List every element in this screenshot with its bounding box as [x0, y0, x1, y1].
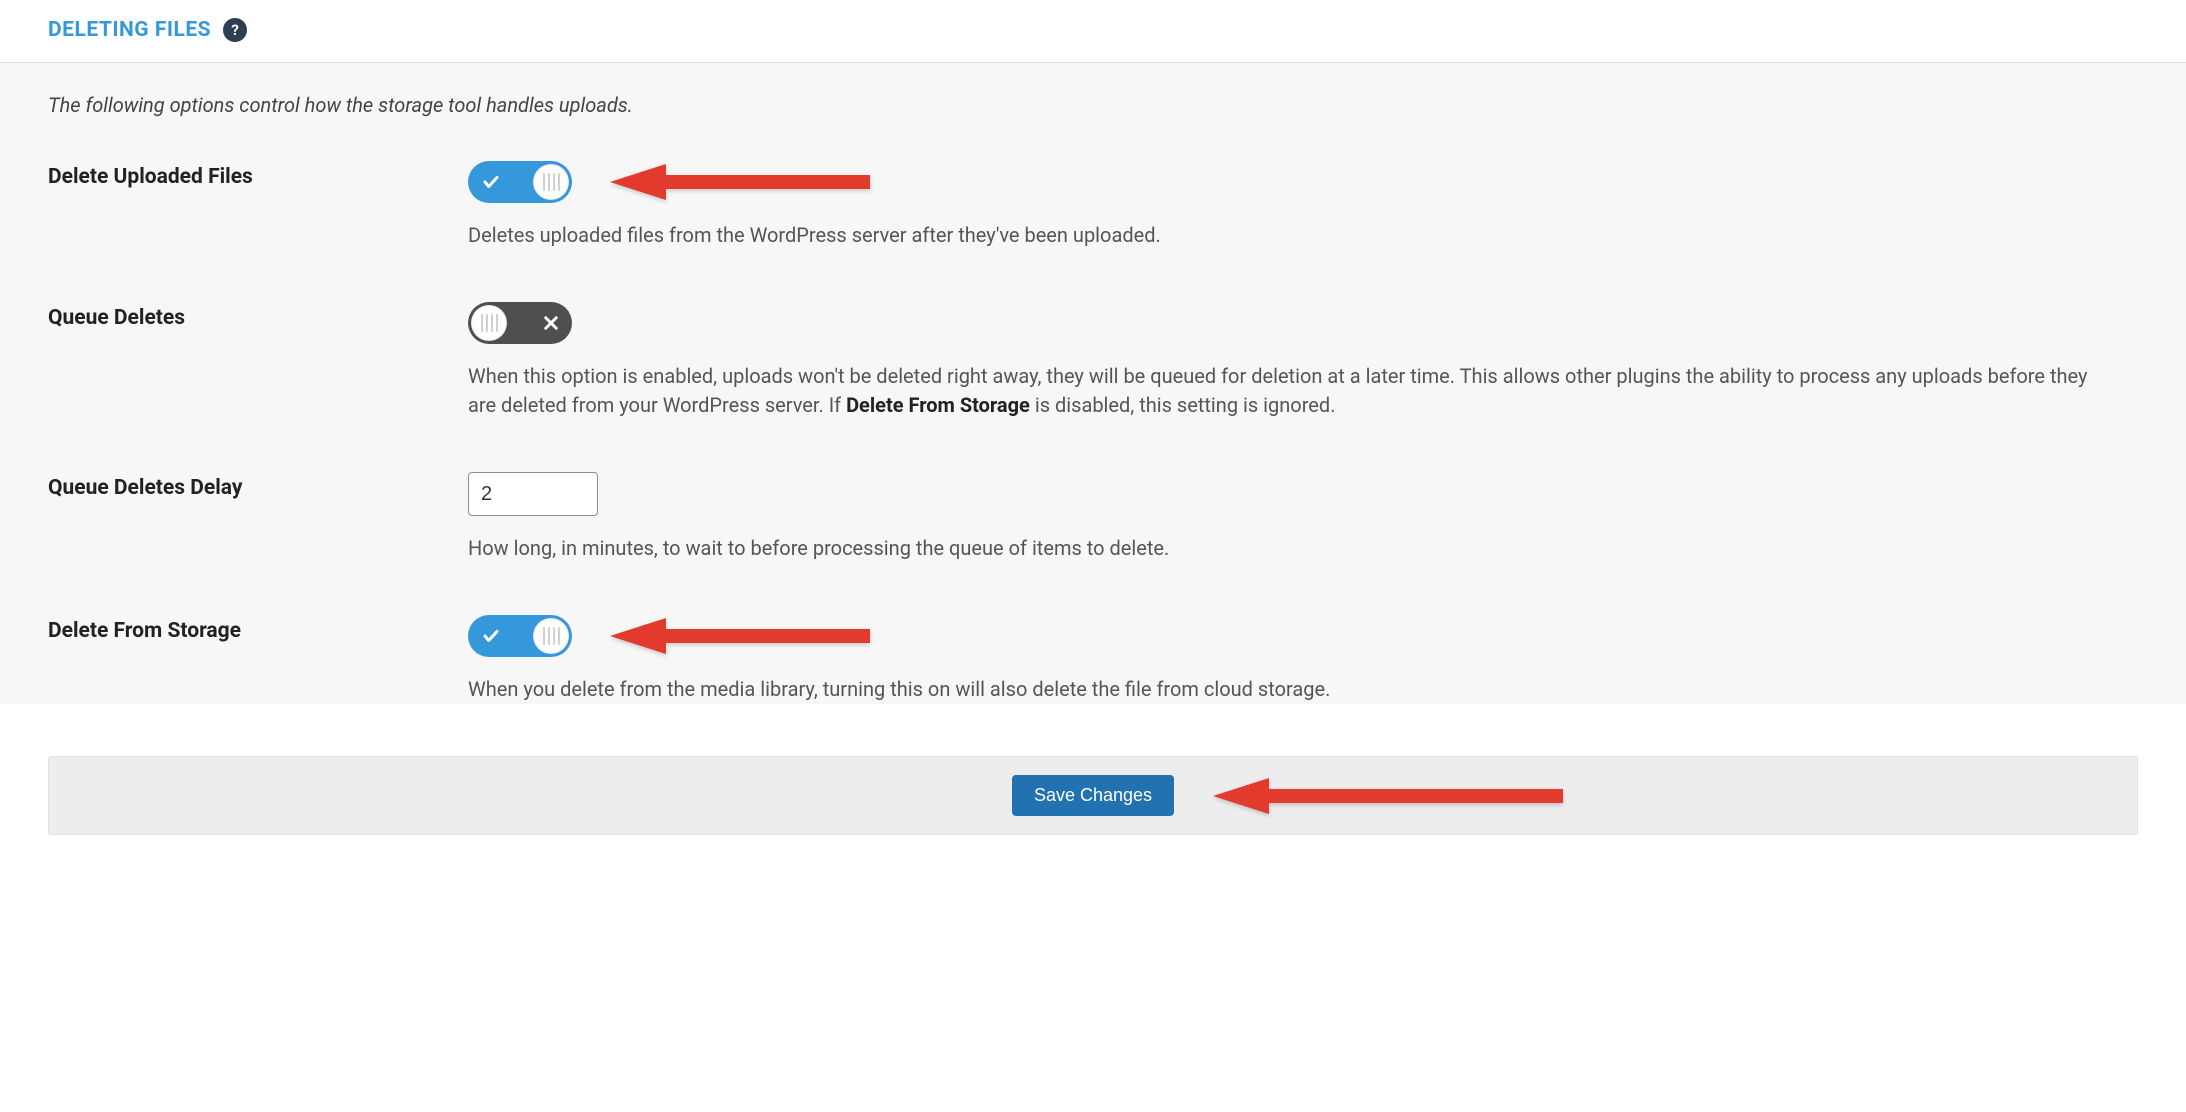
section-content: The following options control how the st…	[0, 63, 2186, 704]
field-label: Queue Deletes Delay	[48, 472, 468, 500]
help-icon[interactable]: ?	[223, 18, 247, 42]
field-delete-uploaded-files: Delete Uploaded Files Deletes uploaded f…	[48, 161, 2138, 250]
field-queue-deletes-delay: Queue Deletes Delay How long, in minutes…	[48, 472, 2138, 563]
annotation-arrow-icon	[610, 161, 870, 203]
check-icon	[482, 173, 500, 191]
field-label: Delete From Storage	[48, 615, 468, 643]
toggle-knob	[533, 164, 569, 200]
section-intro: The following options control how the st…	[48, 93, 2138, 117]
field-label: Queue Deletes	[48, 302, 468, 330]
toggle-delete-from-storage[interactable]	[468, 615, 572, 657]
field-help: When you delete from the media library, …	[468, 675, 2108, 704]
toggle-queue-deletes[interactable]	[468, 302, 572, 344]
queue-delay-input[interactable]	[468, 472, 598, 516]
toggle-delete-uploaded-files[interactable]	[468, 161, 572, 203]
footer-bar: Save Changes	[48, 756, 2138, 835]
field-delete-from-storage: Delete From Storage When you delete from…	[48, 615, 2138, 704]
field-label: Delete Uploaded Files	[48, 161, 468, 189]
close-icon	[542, 314, 560, 332]
help-text-strong: Delete From Storage	[846, 393, 1030, 417]
check-icon	[482, 627, 500, 645]
toggle-knob	[533, 618, 569, 654]
section-header: DELETING FILES ?	[0, 0, 2186, 63]
field-help: When this option is enabled, uploads won…	[468, 362, 2108, 420]
field-help: Deletes uploaded files from the WordPres…	[468, 221, 2108, 250]
field-help: How long, in minutes, to wait to before …	[468, 534, 2108, 563]
toggle-knob	[471, 305, 507, 341]
section-title: DELETING FILES	[48, 18, 211, 42]
field-queue-deletes: Queue Deletes When this option is enable…	[48, 302, 2138, 420]
save-changes-button[interactable]: Save Changes	[1012, 775, 1174, 816]
annotation-arrow-icon	[610, 615, 870, 657]
help-text-post: is disabled, this setting is ignored.	[1030, 393, 1336, 417]
annotation-arrow-icon	[1213, 775, 1563, 817]
settings-panel: DELETING FILES ? The following options c…	[0, 0, 2186, 865]
